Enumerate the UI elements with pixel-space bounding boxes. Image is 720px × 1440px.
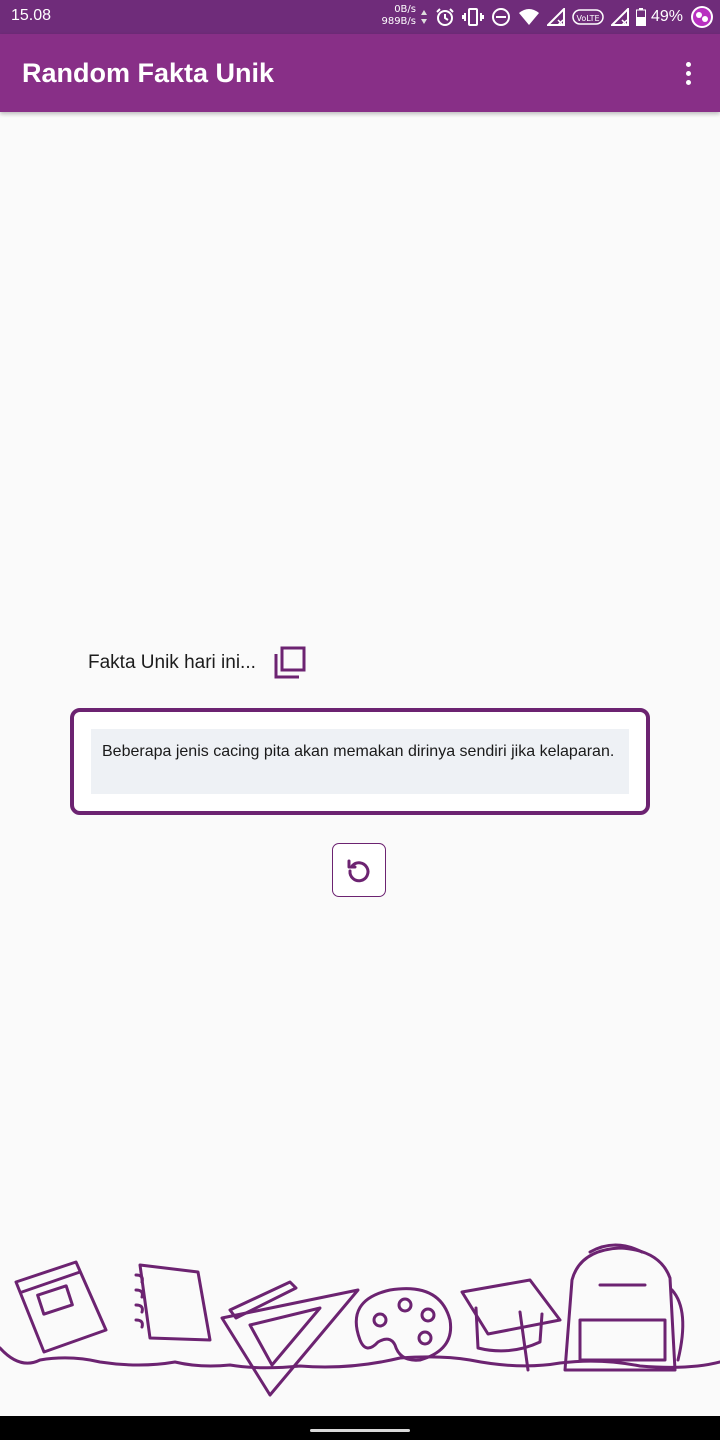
do-not-disturb-icon [492,8,510,26]
data-arrows-icon [421,10,427,24]
fact-text: Beberapa jenis cacing pita akan memakan … [91,729,629,794]
battery-percent: 49% [651,8,684,25]
app-title: Random Fakta Unik [22,58,275,88]
status-bar: 15.08 0B/s 989B/s VoLTE 49% [0,0,720,34]
battery-icon [636,8,646,26]
network-speed-up: 0B/s [394,4,416,15]
refresh-button[interactable] [332,843,386,897]
home-gesture-handle[interactable] [310,1429,410,1432]
status-time: 15.08 [11,7,52,24]
fact-card: Beberapa jenis cacing pita akan memakan … [70,708,650,815]
app-bar: Random Fakta Unik [0,34,720,112]
volte-icon: VoLTE [572,9,604,25]
fact-label: Fakta Unik hari ini... [88,652,256,673]
school-supplies-line-art [0,1243,720,1397]
wifi-icon [519,9,539,25]
signal-no-service-icon [611,8,629,26]
vibrate-icon [462,8,484,26]
signal-icon [547,8,565,26]
navigation-bar [0,1416,720,1440]
network-speed-down: 989B/s [381,16,416,27]
alarm-icon [436,8,454,26]
app-notification-icon [691,6,714,28]
svg-text:VoLTE: VoLTE [576,14,599,23]
copy-icon[interactable] [272,644,308,680]
refresh-icon [347,859,370,883]
network-speed: 0B/s 989B/s [380,4,416,28]
more-vert-icon[interactable] [676,58,700,88]
status-icons: VoLTE 49% [420,6,714,28]
